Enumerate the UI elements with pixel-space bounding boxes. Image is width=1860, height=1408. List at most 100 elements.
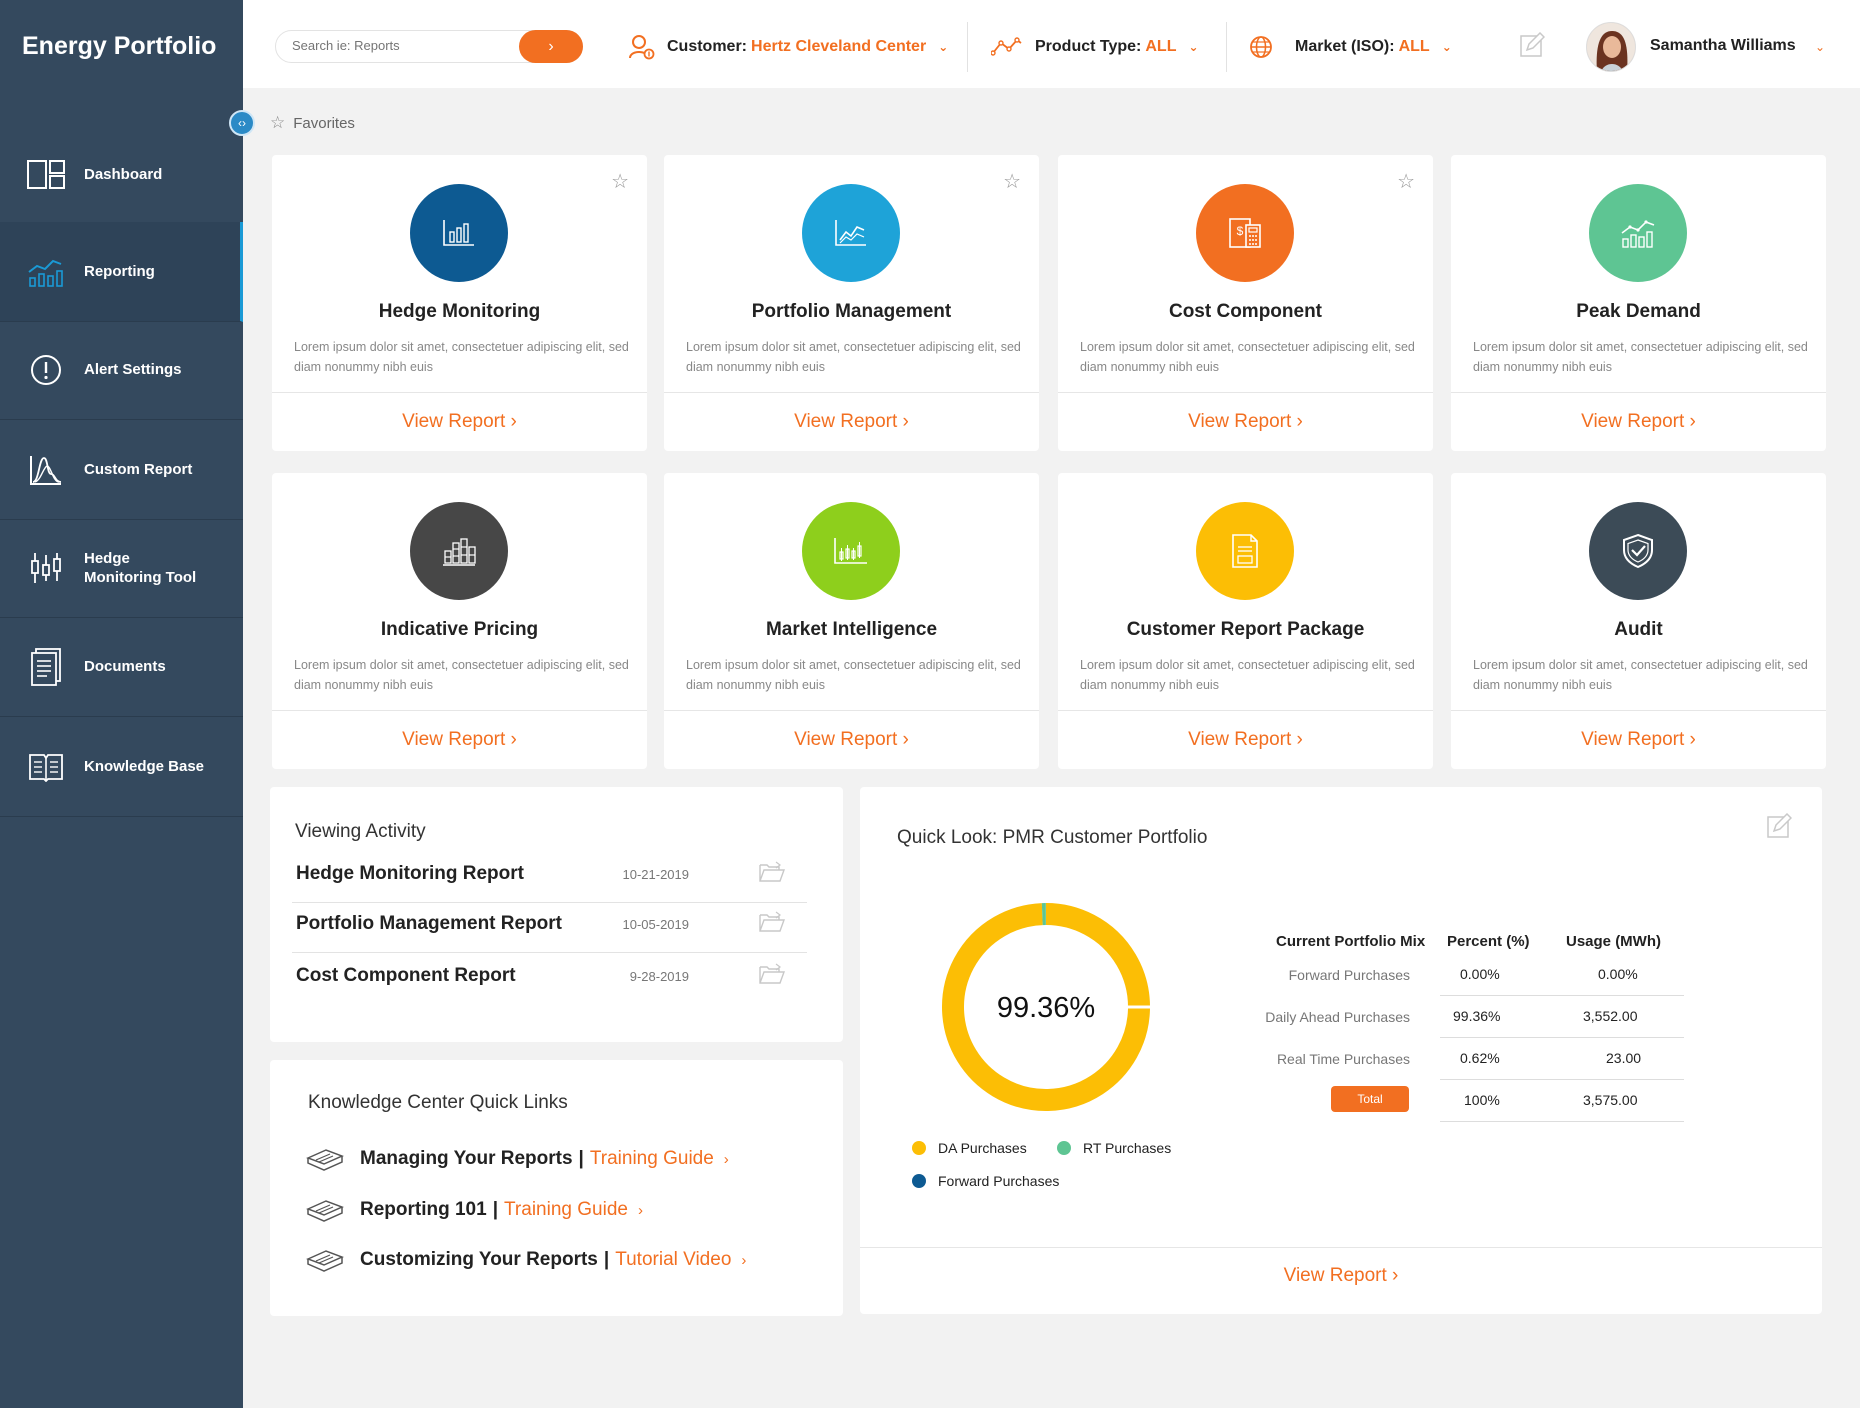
bar-chart-icon	[410, 184, 508, 282]
report-card-portfolio-management: ☆ Portfolio Management Lorem ipsum dolor…	[664, 155, 1039, 451]
table-cell-percent: 0.62%	[1460, 1050, 1500, 1066]
report-card-audit: Audit Lorem ipsum dolor sit amet, consec…	[1451, 473, 1826, 769]
legend-label: RT Purchases	[1083, 1140, 1172, 1156]
table-row-label: Forward Purchases	[1288, 967, 1410, 983]
favorite-star-icon[interactable]: ☆	[1003, 169, 1021, 194]
sidebar-item-label: Knowledge Base	[84, 758, 205, 775]
table-cell-usage: 0.00%	[1598, 966, 1638, 982]
table-header: Percent (%)	[1447, 933, 1530, 950]
activity-row[interactable]: Portfolio Management Report 10-05-2019	[292, 899, 807, 953]
sidebar-item-reporting[interactable]: Reporting	[0, 222, 243, 322]
sidebar-item-custom-report[interactable]: Custom Report	[0, 420, 243, 520]
card-divider	[272, 392, 647, 393]
kc-link-type[interactable]: Training Guide	[590, 1148, 714, 1170]
sidebar-item-hedge-monitoring-tool[interactable]: Hedge Monitoring Tool	[0, 518, 243, 618]
view-report-link[interactable]: View Report ›	[1451, 729, 1826, 751]
activity-row[interactable]: Hedge Monitoring Report 10-21-2019	[292, 849, 807, 903]
view-report-link[interactable]: View Report ›	[664, 729, 1039, 751]
favorite-star-icon[interactable]: ☆	[1397, 169, 1415, 194]
svg-text:$: $	[1237, 224, 1244, 238]
product-type-filter-label: Product Type:	[1035, 38, 1142, 55]
report-card-market-intelligence: Market Intelligence Lorem ipsum dolor si…	[664, 473, 1039, 769]
user-name[interactable]: Samantha Williams	[1650, 37, 1796, 55]
card-title: Portfolio Management	[751, 301, 952, 322]
document-report-icon	[1196, 502, 1294, 600]
sidebar-collapse-button[interactable]: ‹›	[229, 110, 255, 136]
table-header: Usage (MWh)	[1566, 933, 1661, 950]
table-divider	[1440, 1037, 1684, 1038]
activity-report-name[interactable]: Hedge Monitoring Report	[296, 863, 524, 885]
sidebar-item-label: Hedge Monitoring Tool	[84, 549, 197, 586]
activity-report-name[interactable]: Cost Component Report	[296, 965, 516, 987]
report-card-customer-report-package: Customer Report Package Lorem ipsum dolo…	[1058, 473, 1433, 769]
custom-report-icon	[26, 450, 66, 490]
legend-label: DA Purchases	[938, 1140, 1027, 1156]
shield-check-icon	[1589, 502, 1687, 600]
knowledge-center-title: Knowledge Center Quick Links	[308, 1092, 568, 1113]
market-filter-value: ALL	[1398, 38, 1430, 55]
view-report-link[interactable]: View Report ›	[272, 411, 647, 433]
avatar[interactable]	[1586, 22, 1636, 72]
sidebar-item-knowledge-base[interactable]: Knowledge Base	[0, 717, 243, 817]
chevron-down-icon: ⌄	[1188, 40, 1199, 54]
card-title: Hedge Monitoring	[378, 301, 541, 322]
market-filter[interactable]: Market (ISO): ALL ⌄	[1249, 30, 1452, 64]
activity-date: 10-05-2019	[622, 917, 690, 932]
table-divider	[1440, 1079, 1684, 1080]
view-report-link[interactable]: View Report ›	[272, 729, 647, 751]
product-type-filter[interactable]: Product Type: ALL ⌄	[991, 30, 1199, 64]
stacked-bars-icon	[410, 502, 508, 600]
kc-link-type[interactable]: Training Guide	[504, 1199, 628, 1221]
kc-link-name: Reporting 101	[360, 1199, 487, 1220]
search-input[interactable]	[292, 38, 512, 53]
sidebar-item-label: Reporting	[84, 263, 155, 280]
sidebar-item-documents[interactable]: Documents	[0, 617, 243, 717]
kc-link-managing-reports[interactable]: Managing Your Reports | Training Guide ›	[306, 1146, 729, 1172]
sidebar-item-alert-settings[interactable]: Alert Settings	[0, 320, 243, 420]
chevron-left-right-icon: ‹›	[238, 116, 246, 130]
view-report-link[interactable]: View Report ›	[1058, 411, 1433, 433]
favorite-star-icon[interactable]: ☆	[611, 169, 629, 194]
folder-open-icon[interactable]	[759, 963, 785, 987]
kc-link-name: Managing Your Reports	[360, 1148, 573, 1169]
kc-separator: |	[492, 1199, 499, 1220]
activity-date: 9-28-2019	[629, 969, 689, 984]
card-description: Lorem ipsum dolor sit amet, consectetuer…	[1473, 658, 1808, 692]
view-report-link[interactable]: View Report ›	[860, 1265, 1822, 1287]
kc-link-type[interactable]: Tutorial Video	[615, 1249, 731, 1271]
kc-link-reporting-101[interactable]: Reporting 101 | Training Guide ›	[306, 1197, 643, 1223]
table-cell-percent: 0.00%	[1460, 966, 1500, 982]
activity-report-name[interactable]: Portfolio Management Report	[296, 913, 562, 935]
card-title: Peak Demand	[1576, 301, 1701, 322]
knowledge-base-icon	[26, 747, 66, 787]
card-title: Market Intelligence	[765, 619, 938, 640]
view-report-link[interactable]: View Report ›	[1451, 411, 1826, 433]
chevron-right-icon: ›	[1689, 729, 1696, 750]
chevron-down-icon[interactable]: ⌄	[1815, 40, 1825, 54]
legend-swatch	[912, 1174, 926, 1188]
activity-row[interactable]: Cost Component Report 9-28-2019	[292, 951, 807, 1005]
card-divider	[664, 710, 1039, 711]
sidebar-item-dashboard[interactable]: Dashboard	[0, 125, 243, 225]
star-icon: ☆	[270, 113, 286, 132]
kc-link-customizing-reports[interactable]: Customizing Your Reports | Tutorial Vide…	[306, 1247, 746, 1273]
chevron-right-icon: ›	[902, 729, 909, 750]
search-button[interactable]: ›	[519, 30, 583, 63]
viewing-activity-panel: Viewing Activity Hedge Monitoring Report…	[270, 787, 843, 1042]
folder-open-icon[interactable]	[759, 911, 785, 935]
trend-bars-icon	[1589, 184, 1687, 282]
view-report-link[interactable]: View Report ›	[664, 411, 1039, 433]
market-chart-icon	[802, 502, 900, 600]
edit-icon[interactable]	[1519, 31, 1546, 58]
total-badge: Total	[1331, 1086, 1409, 1112]
view-report-link[interactable]: View Report ›	[1058, 729, 1433, 751]
donut-center-value: 99.36%	[996, 992, 1096, 1024]
legend-rt-purchases: RT Purchases	[1057, 1140, 1171, 1156]
header-divider	[1226, 22, 1227, 72]
table-cell-usage: 3,552.00	[1583, 1008, 1638, 1024]
kc-link-name: Customizing Your Reports	[360, 1249, 598, 1270]
app-title: Energy Portfolio	[22, 32, 217, 60]
edit-icon[interactable]	[1766, 812, 1793, 844]
customer-filter[interactable]: Customer: Hertz Cleveland Center ⌄	[629, 30, 948, 64]
folder-open-icon[interactable]	[759, 861, 785, 885]
